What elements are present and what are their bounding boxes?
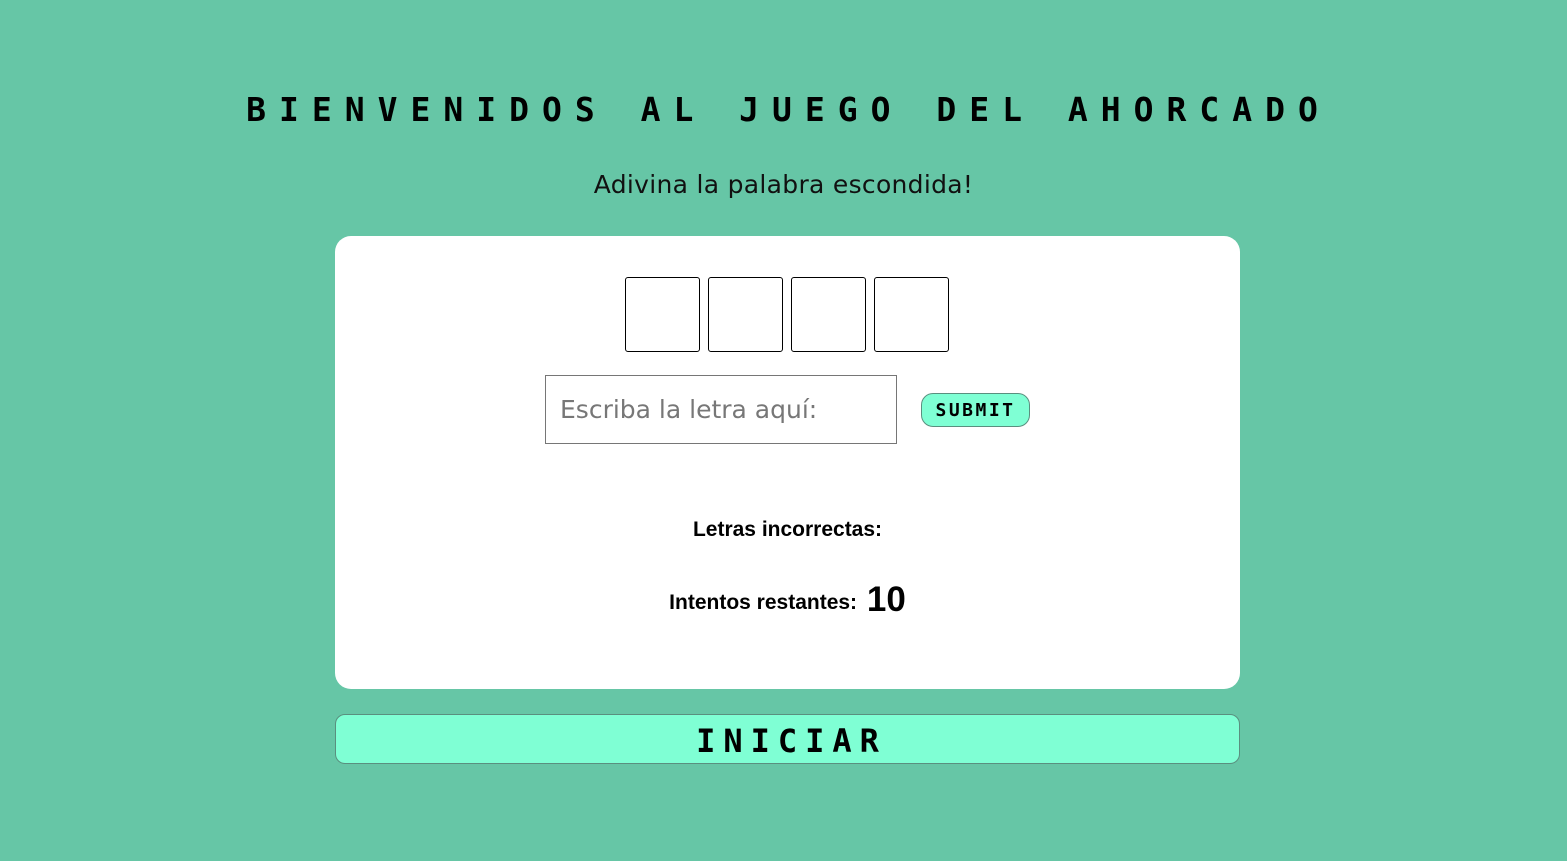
page-title: BIENVENIDOS AL JUEGO DEL AHORCADO	[246, 90, 1331, 129]
attempts-label: Intentos restantes:	[669, 591, 858, 614]
wrong-letters-label: Letras incorrectas:	[692, 518, 883, 541]
letter-slot	[708, 277, 783, 352]
attempts-count: 10	[866, 580, 906, 619]
letter-slot	[791, 277, 866, 352]
word-slots	[625, 277, 949, 352]
game-card: SUBMIT Letras incorrectas: Intentos rest…	[335, 236, 1240, 689]
letter-input[interactable]	[545, 375, 897, 444]
letter-slot	[874, 277, 949, 352]
letter-slot	[625, 277, 700, 352]
attempts-row: Intentos restantes: 10	[335, 578, 1240, 625]
submit-button[interactable]: SUBMIT	[921, 393, 1030, 427]
start-button[interactable]: INICIAR	[335, 714, 1240, 764]
wrong-letters-row: Letras incorrectas:	[335, 516, 1240, 544]
page-subtitle: Adivina la palabra escondida!	[593, 170, 974, 199]
